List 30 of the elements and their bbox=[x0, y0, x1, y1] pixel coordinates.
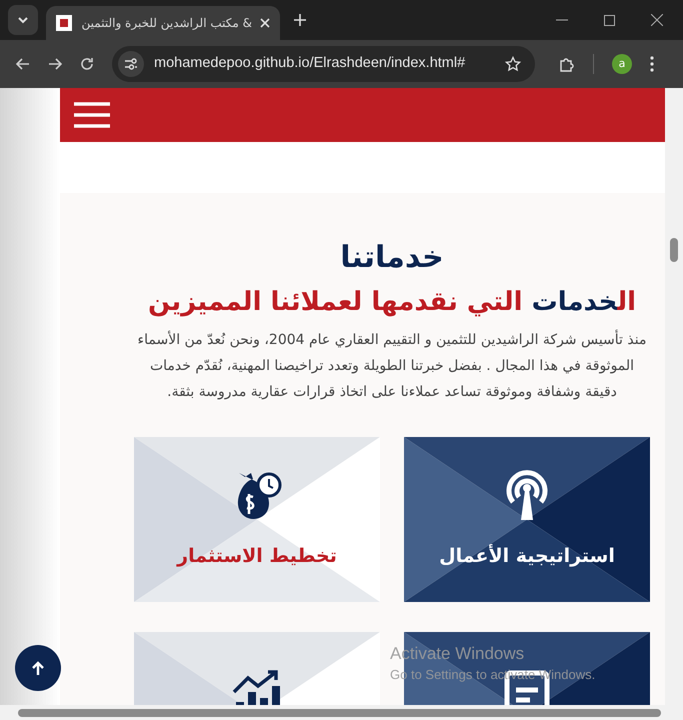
section-heading: خدماتنا bbox=[340, 239, 444, 277]
card-title: استراتيجية الأعمال bbox=[439, 543, 615, 569]
site-info-button[interactable] bbox=[118, 51, 144, 77]
address-bar[interactable]: mohamedepoo.github.io/Elrashdeen/index.html# bbox=[112, 46, 535, 82]
tab-title: مكتب الراشدين للخبرة والتثمين & bbox=[80, 15, 252, 32]
close-window-icon[interactable] bbox=[651, 14, 663, 26]
minimize-icon[interactable] bbox=[556, 19, 568, 21]
reload-icon[interactable] bbox=[80, 57, 94, 71]
back-arrow-icon[interactable] bbox=[16, 58, 30, 70]
bar-chart-arrow-icon bbox=[232, 670, 282, 705]
maximize-icon[interactable] bbox=[604, 14, 615, 26]
more-menu-icon[interactable] bbox=[650, 56, 654, 72]
scrollbar-thumb[interactable] bbox=[670, 238, 678, 262]
url-text: mohamedepoo.github.io/Elrashdeen/index.html# bbox=[154, 54, 466, 74]
new-tab-icon[interactable] bbox=[294, 14, 306, 26]
menu-icon[interactable] bbox=[74, 102, 110, 128]
section-subheading: الخدمات التي نقدمها لعملائنا المميزين bbox=[148, 286, 636, 319]
arrow-up-icon bbox=[32, 661, 44, 675]
horizontal-scrollbar-thumb[interactable] bbox=[18, 709, 661, 717]
tab-list-button[interactable] bbox=[8, 5, 38, 35]
forward-arrow-icon[interactable] bbox=[48, 58, 62, 70]
close-icon[interactable] bbox=[260, 18, 270, 28]
tune-icon bbox=[124, 58, 138, 70]
star-icon[interactable] bbox=[505, 56, 521, 72]
chevron-down-icon bbox=[17, 16, 29, 24]
section-description: منذ تأسيس شركة الراشيدين للتثمين و التقييم العقاري عام 2004، ونحن نُعدّ من الأسماء الموثوقة في هذا المجال . بفضل خبرتنا الطويلة وتعدد تراخيصنا المهنية، نُقدّم خدمات دقيقة وشفافة وموثوقة تساعد عملاءنا على اتخاذ قرارات عقارية مدروسة بثقة. bbox=[134, 327, 650, 405]
card-title: تخطيط الاستثمار bbox=[177, 544, 337, 569]
browser-tab[interactable]: مكتب الراشدين للخبرة والتثمين & bbox=[46, 6, 280, 40]
puzzle-icon[interactable] bbox=[559, 56, 575, 72]
site-favicon bbox=[56, 15, 72, 31]
